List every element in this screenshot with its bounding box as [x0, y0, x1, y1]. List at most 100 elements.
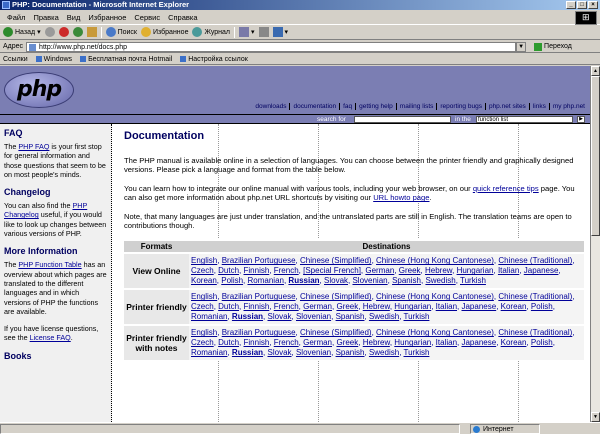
language-link[interactable]: Hungarian — [394, 338, 431, 347]
favorites-button[interactable]: Избранное — [140, 27, 188, 37]
language-link[interactable]: Czech — [191, 338, 214, 347]
search-input[interactable] — [354, 116, 451, 123]
language-link[interactable]: Russian — [232, 348, 263, 357]
language-link[interactable]: Chinese (Traditional) — [498, 292, 572, 301]
license-faq-link[interactable]: License FAQ — [30, 333, 71, 342]
language-link[interactable]: Romanian — [191, 312, 227, 321]
language-link[interactable]: English — [191, 292, 217, 301]
language-link[interactable]: Slovak — [324, 276, 348, 285]
quick-reference-link[interactable]: quick reference tips — [473, 184, 539, 193]
language-link[interactable]: Japanese — [461, 338, 496, 347]
language-link[interactable]: Dutch — [218, 302, 239, 311]
language-link[interactable]: Spanish — [336, 348, 365, 357]
menu-view[interactable]: Вид — [63, 13, 85, 22]
language-link[interactable]: Chinese (Traditional) — [498, 328, 572, 337]
menu-help[interactable]: Справка — [164, 13, 201, 22]
language-link[interactable]: Romanian — [248, 276, 284, 285]
language-link[interactable]: Polish — [221, 276, 243, 285]
link-customize[interactable]: Настройка ссылок — [180, 56, 248, 63]
language-link[interactable]: Slovak — [268, 348, 292, 357]
nav-reporting-bugs[interactable]: reporting bugs — [436, 103, 485, 110]
language-link[interactable]: Chinese (Hong Kong Cantonese) — [376, 328, 494, 337]
language-link[interactable]: Swedish — [369, 348, 399, 357]
language-link[interactable]: Finnish — [244, 302, 270, 311]
language-link[interactable]: French — [274, 266, 299, 275]
function-table-link[interactable]: PHP Function Table — [18, 260, 81, 269]
language-link[interactable]: [Special French] — [303, 266, 361, 275]
language-link[interactable]: Korean — [191, 276, 217, 285]
language-link[interactable]: Turkish — [460, 276, 486, 285]
language-link[interactable]: Greek — [399, 266, 421, 275]
language-link[interactable]: Czech — [191, 266, 214, 275]
language-link[interactable]: Korean — [501, 338, 527, 347]
language-link[interactable]: Turkish — [404, 312, 430, 321]
language-link[interactable]: Japanese — [524, 266, 559, 275]
language-link[interactable]: Slovenian — [296, 348, 331, 357]
language-link[interactable]: Slovenian — [352, 276, 387, 285]
language-link[interactable]: Hebrew — [363, 302, 390, 311]
scroll-up-button[interactable]: ▲ — [591, 66, 600, 76]
language-link[interactable]: Chinese (Simplified) — [300, 292, 372, 301]
language-link[interactable]: Russian — [232, 312, 263, 321]
menu-file[interactable]: Файл — [3, 13, 29, 22]
search-submit-button[interactable]: ▶ — [577, 116, 585, 123]
language-link[interactable]: Czech — [191, 302, 214, 311]
language-link[interactable]: Chinese (Simplified) — [300, 256, 372, 265]
language-link[interactable]: Chinese (Hong Kong Cantonese) — [376, 256, 494, 265]
address-input[interactable]: http://www.php.net/docs.php — [26, 41, 517, 52]
language-link[interactable]: Swedish — [369, 312, 399, 321]
language-link[interactable]: French — [274, 302, 299, 311]
php-faq-link[interactable]: PHP FAQ — [18, 142, 49, 151]
menu-edit[interactable]: Правка — [29, 13, 62, 22]
scroll-down-button[interactable]: ▼ — [591, 412, 600, 422]
menu-favorites[interactable]: Избранное — [84, 13, 130, 22]
nav-mailing-lists[interactable]: mailing lists — [395, 103, 437, 110]
language-link[interactable]: Japanese — [461, 302, 496, 311]
language-link[interactable]: Dutch — [218, 338, 239, 347]
language-link[interactable]: Polish — [531, 302, 553, 311]
language-link[interactable]: English — [191, 328, 217, 337]
history-button[interactable]: Журнал — [192, 27, 230, 37]
language-link[interactable]: Chinese (Hong Kong Cantonese) — [376, 292, 494, 301]
language-link[interactable]: Finnish — [244, 266, 270, 275]
language-link[interactable]: Finnish — [244, 338, 270, 347]
language-link[interactable]: French — [274, 338, 299, 347]
language-link[interactable]: Italian — [498, 266, 519, 275]
search-button[interactable]: Поиск — [105, 27, 137, 37]
language-link[interactable]: Swedish — [425, 276, 455, 285]
language-link[interactable]: Italian — [436, 302, 457, 311]
language-link[interactable]: Greek — [336, 338, 358, 347]
language-link[interactable]: German — [365, 266, 394, 275]
link-hotmail[interactable]: Бесплатная почта Hotmail — [80, 56, 172, 63]
url-howto-link[interactable]: URL howto page — [373, 193, 429, 202]
vertical-scrollbar[interactable]: ▲ ▼ — [590, 66, 600, 422]
nav-links[interactable]: links — [528, 103, 549, 110]
print-button[interactable] — [258, 27, 269, 37]
language-link[interactable]: Spanish — [336, 312, 365, 321]
mail-button[interactable]: ▾ — [239, 27, 255, 37]
language-link[interactable]: Chinese (Simplified) — [300, 328, 372, 337]
language-link[interactable]: Brazilian Portuguese — [222, 328, 296, 337]
language-link[interactable]: Hebrew — [363, 338, 390, 347]
language-link[interactable]: Hebrew — [425, 266, 452, 275]
home-button[interactable] — [86, 27, 97, 37]
refresh-button[interactable] — [72, 27, 83, 37]
go-button[interactable]: Переход — [534, 42, 572, 51]
link-windows[interactable]: Windows — [35, 56, 72, 63]
language-link[interactable]: English — [191, 256, 217, 265]
language-link[interactable]: German — [303, 338, 332, 347]
address-dropdown-button[interactable]: ▼ — [516, 41, 527, 52]
nav-documentation[interactable]: documentation — [289, 103, 339, 110]
nav-php-net-sites[interactable]: php.net sites — [484, 103, 529, 110]
nav-my-php-net[interactable]: my php.net — [548, 103, 588, 110]
maximize-button[interactable]: □ — [577, 1, 587, 9]
edit-button[interactable]: ▾ — [272, 27, 288, 37]
stop-button[interactable] — [58, 27, 69, 37]
language-link[interactable]: Chinese (Traditional) — [498, 256, 572, 265]
minimize-button[interactable]: _ — [566, 1, 576, 9]
back-button[interactable]: Назад ▾ — [3, 27, 41, 37]
language-link[interactable]: Slovak — [268, 312, 292, 321]
nav-getting-help[interactable]: getting help — [355, 103, 396, 110]
language-link[interactable]: Korean — [501, 302, 527, 311]
language-link[interactable]: Hungarian — [394, 302, 431, 311]
